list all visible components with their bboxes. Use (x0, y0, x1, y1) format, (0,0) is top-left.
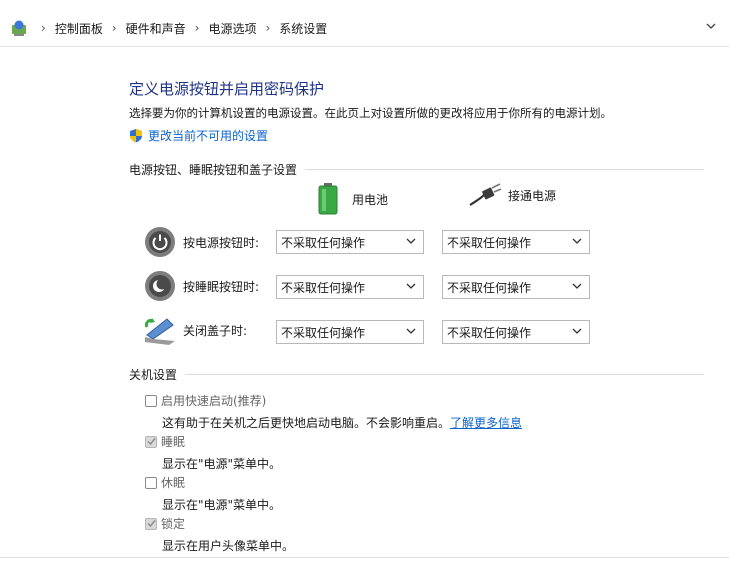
lid-close-battery-select[interactable]: 不采取任何操作 (276, 320, 424, 344)
chevron-down-icon (572, 238, 582, 244)
uac-shield-icon (130, 129, 142, 143)
lid-close-row: 关闭盖子时: (143, 313, 275, 347)
laptop-lid-icon (143, 313, 177, 347)
chevron-down-icon (406, 328, 416, 334)
breadcrumb-system-settings[interactable]: 系统设置 (279, 20, 327, 37)
shutdown-section-title: 关机设置 (129, 368, 178, 382)
fast-startup-option: 启用快速启动(推荐) 这有助于在关机之后更快地启动电脑。不会影响重启。了解更多信… (145, 392, 522, 431)
battery-label: 用电池 (352, 192, 389, 207)
address-history-chevron-icon[interactable] (705, 20, 717, 35)
select-value: 不采取任何操作 (447, 280, 532, 295)
power-button-icon (143, 225, 177, 259)
divider (305, 169, 704, 170)
chevron-down-icon (572, 328, 582, 334)
fast-startup-label: 启用快速启动(推荐) (161, 394, 267, 408)
learn-more-link[interactable]: 了解更多信息 (450, 416, 522, 430)
sleep-button-label: 按睡眠按钮时: (183, 279, 260, 294)
select-value: 不采取任何操作 (281, 235, 366, 250)
select-value: 不采取任何操作 (281, 325, 366, 340)
lock-label: 锁定 (161, 517, 186, 531)
hibernate-label: 休眠 (161, 476, 186, 490)
fast-startup-description: 这有助于在关机之后更快地启动电脑。不会影响重启。了解更多信息 (162, 414, 522, 431)
lock-checkbox[interactable] (145, 517, 157, 530)
plugged-label: 接通电源 (508, 188, 557, 203)
chevron-down-icon (406, 283, 416, 289)
sleep-label: 睡眠 (161, 435, 186, 449)
breadcrumb-separator-icon: › (194, 21, 200, 35)
select-value: 不采取任何操作 (447, 325, 532, 340)
address-bar[interactable]: › 控制面板 › 硬件和声音 › 电源选项 › 系统设置 (0, 10, 729, 47)
footer-divider (0, 557, 729, 558)
fast-startup-checkbox[interactable] (145, 394, 157, 407)
breadcrumb-control-panel[interactable]: 控制面板 (55, 20, 103, 37)
lid-close-label: 关闭盖子时: (183, 323, 248, 338)
power-button-label: 按电源按钮时: (183, 235, 260, 250)
window-top (0, 0, 729, 10)
sleep-button-icon (143, 269, 177, 303)
breadcrumb-hardware-sound[interactable]: 硬件和声音 (126, 20, 186, 37)
breadcrumb-separator-icon: › (111, 21, 117, 35)
chevron-down-icon (406, 238, 416, 244)
checkmark-icon (147, 438, 156, 446)
shutdown-section-heading: 关机设置 (129, 366, 704, 383)
sleep-description: 显示在"电源"菜单中。 (162, 457, 282, 471)
breadcrumb-separator-icon: › (41, 21, 46, 35)
hibernate-option: 休眠 显示在"电源"菜单中。 (145, 474, 281, 513)
power-button-row: 按电源按钮时: (143, 225, 275, 259)
divider (185, 374, 704, 375)
sleep-button-row: 按睡眠按钮时: (143, 269, 275, 303)
breadcrumb: › 控制面板 › 硬件和声音 › 电源选项 › 系统设置 (32, 20, 327, 37)
buttons-section-heading: 电源按钮、睡眠按钮和盖子设置 (129, 161, 704, 178)
sleep-checkbox[interactable] (145, 435, 157, 448)
change-settings-label[interactable]: 更改当前不可用的设置 (148, 127, 268, 144)
battery-icon (318, 183, 338, 215)
lock-description: 显示在用户头像菜单中。 (162, 539, 295, 553)
plugged-column-header: 接通电源 (468, 183, 556, 207)
sleep-button-battery-select[interactable]: 不采取任何操作 (276, 275, 424, 299)
lock-option: 锁定 显示在用户头像菜单中。 (145, 515, 294, 554)
power-plug-icon (469, 183, 502, 206)
hibernate-checkbox[interactable] (145, 476, 157, 489)
power-button-plugged-select[interactable]: 不采取任何操作 (442, 230, 590, 254)
chevron-down-icon (572, 283, 582, 289)
lid-close-plugged-select[interactable]: 不采取任何操作 (442, 320, 590, 344)
select-value: 不采取任何操作 (281, 280, 366, 295)
sleep-button-plugged-select[interactable]: 不采取任何操作 (442, 275, 590, 299)
breadcrumb-separator-icon: › (265, 21, 271, 35)
breadcrumb-power-options[interactable]: 电源选项 (208, 20, 256, 37)
hibernate-description: 显示在"电源"菜单中。 (162, 498, 282, 512)
power-button-battery-select[interactable]: 不采取任何操作 (276, 230, 424, 254)
battery-column-header: 用电池 (318, 183, 388, 215)
main-content: 定义电源按钮并启用密码保护 选择要为你的计算机设置的电源设置。在此页上对设置所做… (0, 47, 729, 567)
sleep-option: 睡眠 显示在"电源"菜单中。 (145, 433, 281, 472)
control-panel-icon (10, 19, 28, 37)
page-description: 选择要为你的计算机设置的电源设置。在此页上对设置所做的更改将应用于你所有的电源计… (129, 106, 612, 120)
fast-startup-description-text: 这有助于在关机之后更快地启动电脑。不会影响重启。 (162, 416, 451, 430)
change-unavailable-settings-link[interactable]: 更改当前不可用的设置 (129, 127, 268, 144)
buttons-section-title: 电源按钮、睡眠按钮和盖子设置 (129, 163, 298, 177)
page-title: 定义电源按钮并启用密码保护 (129, 80, 325, 98)
checkmark-icon (147, 520, 156, 528)
select-value: 不采取任何操作 (447, 235, 532, 250)
